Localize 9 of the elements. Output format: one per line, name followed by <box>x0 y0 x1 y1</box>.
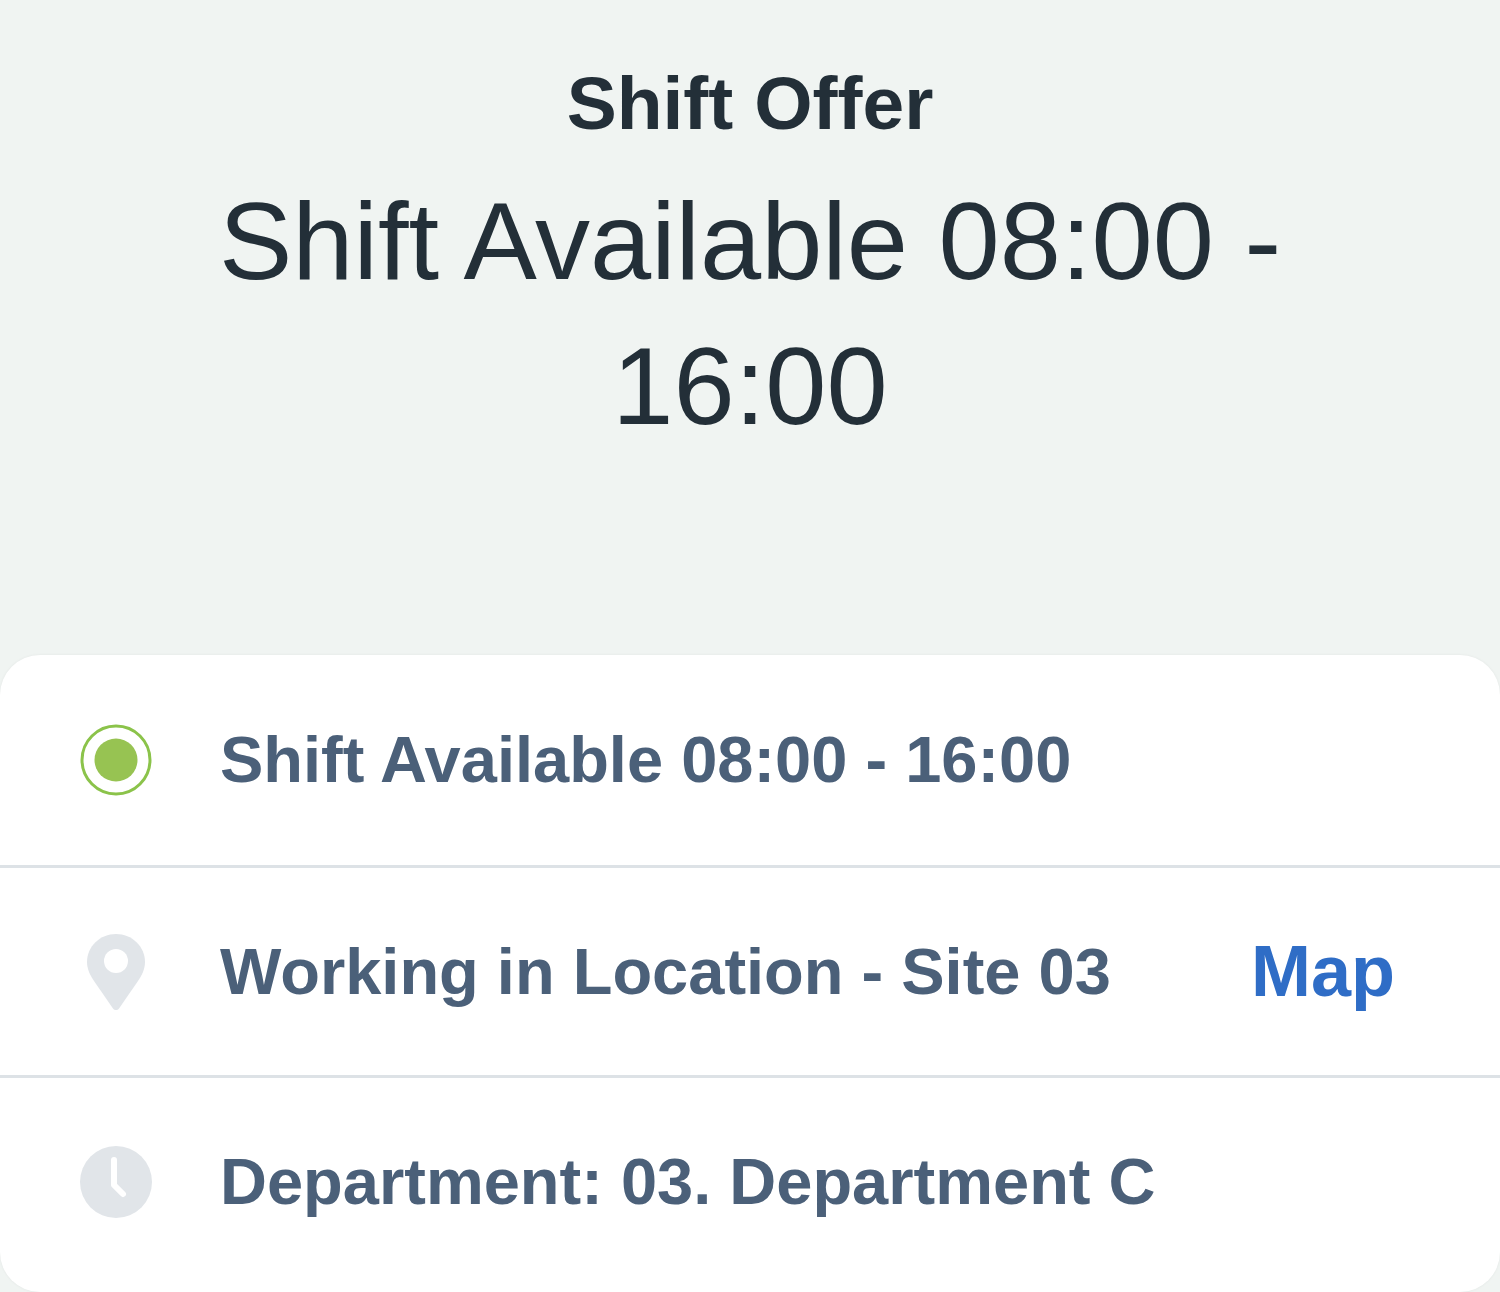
clock-icon <box>80 1145 152 1218</box>
location-text: Working in Location - Site 03 <box>220 933 1111 1010</box>
page-title: Shift Offer <box>566 60 934 147</box>
status-text: Shift Available 08:00 - 16:00 <box>220 722 1072 798</box>
location-pin-icon <box>87 933 145 1010</box>
shift-heading: Shift Available 08:00 - 16:00 <box>218 178 1282 449</box>
department-text: Department: 03. Department C <box>220 1143 1156 1220</box>
status-dot-icon <box>80 724 152 796</box>
map-link[interactable]: Map <box>1251 928 1395 1015</box>
